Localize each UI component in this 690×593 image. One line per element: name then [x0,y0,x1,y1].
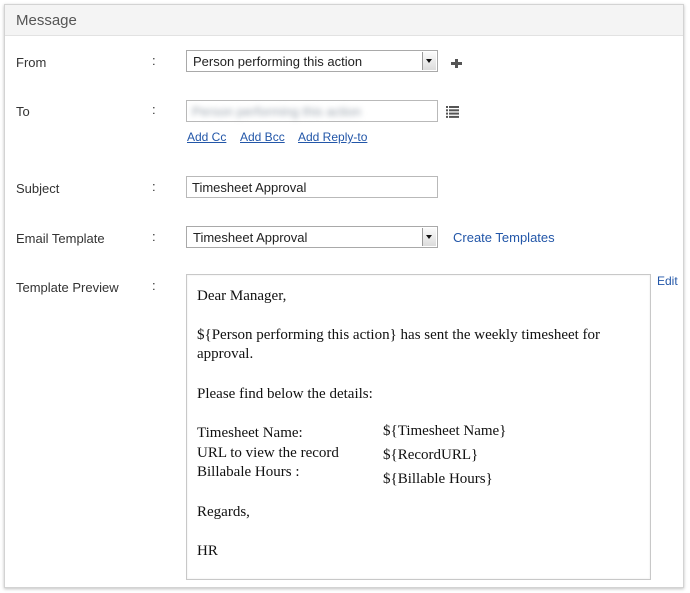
subject-colon: : [152,179,156,194]
plus-icon[interactable] [451,58,463,70]
template-preview-box: Dear Manager, ${Person performing this a… [186,274,651,580]
subject-label: Subject [16,181,60,196]
preview-row-label: URL to view the record [197,445,339,461]
add-bcc-link[interactable]: Add Bcc [240,130,285,144]
subject-input[interactable]: Timesheet Approval [186,176,438,198]
message-panel: Message From : Person performing this ac… [4,4,684,588]
to-input-value: Person performing this action [192,104,362,119]
preview-details-intro: Please find below the details: [197,386,373,402]
preview-row-label: Timesheet Name: [197,425,303,441]
create-templates-link[interactable]: Create Templates [453,230,555,245]
to-input[interactable]: Person performing this action [186,100,438,122]
preview-body-line2: approval. [197,346,254,362]
preview-regards: Regards, [197,504,250,520]
preview-row-value: ${RecordURL} [383,447,479,463]
template-preview-label: Template Preview [16,280,119,295]
edit-link[interactable]: Edit [657,274,678,288]
chevron-down-icon[interactable] [422,52,436,70]
preview-row-value: ${Billable Hours} [383,471,493,487]
preview-row-value: ${Timesheet Name} [383,423,507,439]
email-template-label: Email Template [16,231,105,246]
from-label: From [16,55,47,70]
panel-title: Message [16,12,77,29]
list-icon[interactable] [446,106,459,118]
from-select[interactable]: Person performing this action [186,50,438,72]
email-template-select-value: Timesheet Approval [193,230,308,245]
template-preview-colon: : [152,278,156,293]
to-label: To [16,104,30,119]
email-template-select[interactable]: Timesheet Approval [186,226,438,248]
add-reply-to-link[interactable]: Add Reply-to [298,130,367,144]
from-colon: : [152,53,156,68]
from-select-value: Person performing this action [193,54,363,69]
panel-header: Message [5,5,683,36]
preview-greeting: Dear Manager, [197,288,287,304]
email-template-colon: : [152,229,156,244]
subject-input-value: Timesheet Approval [192,180,307,195]
to-colon: : [152,102,156,117]
preview-row-label: Billabale Hours : [197,464,300,480]
add-cc-link[interactable]: Add Cc [187,130,226,144]
preview-body-line1: ${Person performing this action} has sen… [197,327,601,343]
preview-signature: HR [197,543,218,559]
chevron-down-icon[interactable] [422,228,436,246]
